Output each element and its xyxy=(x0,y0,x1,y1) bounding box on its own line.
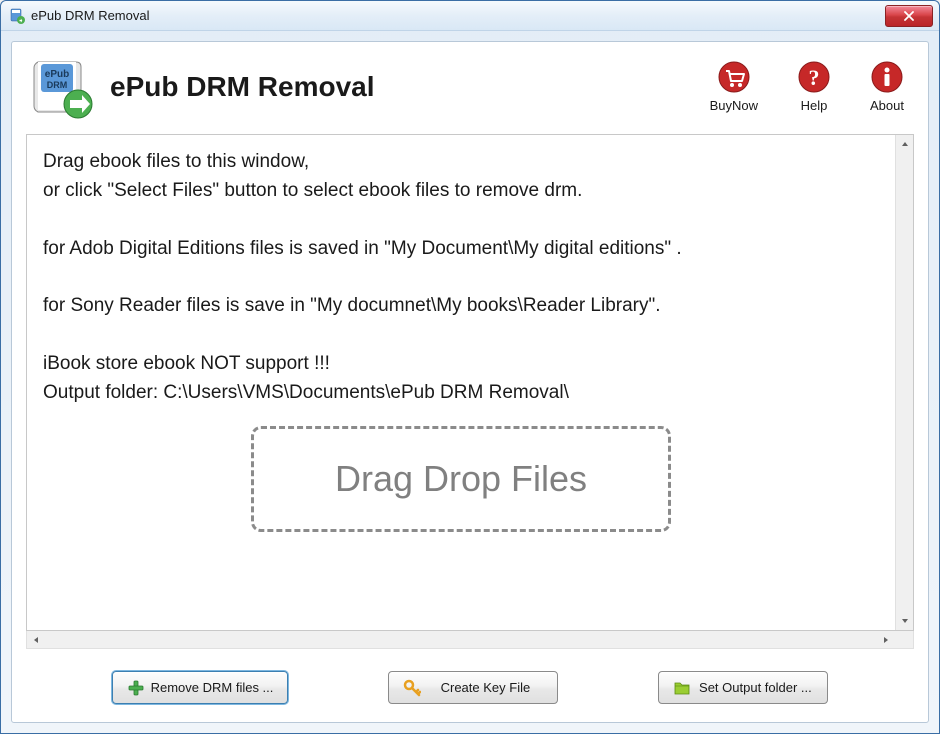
folder-icon xyxy=(673,679,691,697)
drop-zone[interactable]: Drag Drop Files xyxy=(251,426,671,532)
close-button[interactable] xyxy=(885,5,933,27)
scroll-track[interactable] xyxy=(45,631,877,648)
button-bar: Remove DRM files ... Create Key File xyxy=(26,671,914,704)
toolbar: BuyNow ? Help xyxy=(710,61,914,113)
instruction-line: Output folder: C:\Users\VMS\Documents\eP… xyxy=(43,378,879,407)
cart-icon xyxy=(718,61,750,93)
buynow-button[interactable]: BuyNow xyxy=(710,61,758,113)
scroll-down-arrow-icon[interactable] xyxy=(896,612,913,630)
svg-text:?: ? xyxy=(809,65,820,90)
app-window: ePub DRM Removal ePub DRM ePub xyxy=(0,0,940,734)
instructions-panel: Drag ebook files to this window, or clic… xyxy=(27,135,895,630)
instruction-line: for Adob Digital Editions files is saved… xyxy=(43,234,879,263)
svg-text:DRM: DRM xyxy=(47,80,68,90)
help-button[interactable]: ? Help xyxy=(798,61,830,113)
scroll-right-arrow-icon[interactable] xyxy=(877,631,895,648)
scrollbar-corner xyxy=(895,631,913,648)
about-button[interactable]: About xyxy=(870,61,904,113)
scroll-track[interactable] xyxy=(896,153,913,612)
remove-drm-label: Remove DRM files ... xyxy=(151,680,274,695)
create-key-label: Create Key File xyxy=(427,680,543,695)
info-icon xyxy=(871,61,903,93)
key-icon xyxy=(403,679,421,697)
scroll-left-arrow-icon[interactable] xyxy=(27,631,45,648)
set-output-button[interactable]: Set Output folder ... xyxy=(658,671,828,704)
svg-text:ePub: ePub xyxy=(45,69,69,80)
drop-zone-label: Drag Drop Files xyxy=(335,451,587,507)
instruction-line: Drag ebook files to this window, xyxy=(43,147,879,176)
remove-drm-button[interactable]: Remove DRM files ... xyxy=(112,671,289,704)
window-title: ePub DRM Removal xyxy=(31,8,885,23)
window-content: ePub DRM ePub DRM Removal xyxy=(11,41,929,723)
help-icon: ? xyxy=(798,61,830,93)
instruction-line: iBook store ebook NOT support !!! xyxy=(43,349,879,378)
instruction-line: for Sony Reader files is save in "My doc… xyxy=(43,291,879,320)
help-label: Help xyxy=(801,98,828,113)
plus-icon xyxy=(127,679,145,697)
about-label: About xyxy=(870,98,904,113)
logo-icon: ePub DRM xyxy=(26,52,96,122)
buynow-label: BuyNow xyxy=(710,98,758,113)
header: ePub DRM ePub DRM Removal xyxy=(26,52,914,122)
content-area[interactable]: Drag ebook files to this window, or clic… xyxy=(26,134,914,631)
page-title: ePub DRM Removal xyxy=(110,71,710,103)
app-icon xyxy=(9,8,25,24)
scroll-up-arrow-icon[interactable] xyxy=(896,135,913,153)
horizontal-scrollbar[interactable] xyxy=(26,631,914,649)
vertical-scrollbar[interactable] xyxy=(895,135,913,630)
create-key-button[interactable]: Create Key File xyxy=(388,671,558,704)
set-output-label: Set Output folder ... xyxy=(697,680,813,695)
content-wrap: Drag ebook files to this window, or clic… xyxy=(26,134,914,649)
instruction-line: or click "Select Files" button to select… xyxy=(43,176,879,205)
titlebar[interactable]: ePub DRM Removal xyxy=(1,1,939,31)
